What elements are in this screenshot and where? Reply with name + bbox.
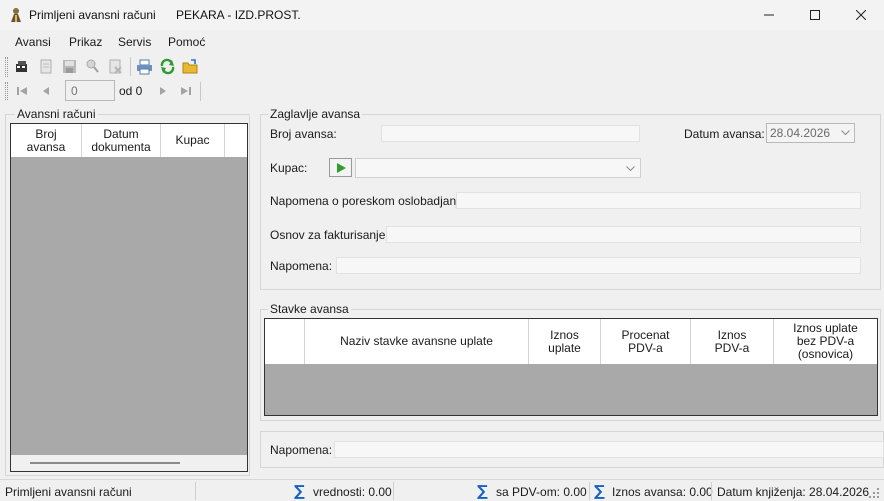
column-header-datum[interactable]: Datum dokumenta bbox=[82, 124, 161, 157]
edit-icon[interactable] bbox=[38, 58, 55, 75]
napomena-porez-field[interactable] bbox=[456, 192, 861, 209]
menu-servis[interactable]: Servis bbox=[118, 35, 151, 49]
close-icon bbox=[856, 10, 866, 20]
first-record-icon[interactable] bbox=[14, 83, 30, 99]
napomena-porez-label: Napomena o poreskom oslobadjanju: bbox=[270, 194, 469, 208]
sum-icon: ∑ bbox=[294, 482, 305, 500]
column-header-iznos-uplate[interactable]: Iznos uplate bbox=[529, 319, 601, 364]
status-separator bbox=[589, 482, 590, 500]
navigator-separator bbox=[200, 82, 201, 101]
items-group-title: Stavke avansa bbox=[268, 302, 351, 316]
status-sa-pdv: sa PDV-om: 0.00 bbox=[496, 485, 587, 499]
menu-bar: Avansi Prikaz Servis Pomoć bbox=[0, 31, 884, 53]
sum-icon: ∑ bbox=[477, 482, 488, 500]
open-folder-icon[interactable] bbox=[182, 58, 199, 75]
column-header-broj[interactable]: Broj avansa bbox=[11, 124, 82, 157]
napomena-label: Napomena: bbox=[270, 259, 333, 273]
resize-grip-icon[interactable] bbox=[868, 487, 880, 499]
column-header-iznos-pdv[interactable]: Iznos PDV-a bbox=[691, 319, 774, 364]
items-grid-header: Naziv stavke avansne uplate Iznos uplate… bbox=[265, 319, 877, 364]
footer-napomena-field[interactable] bbox=[334, 441, 884, 458]
window-title: Primljeni avansni računi bbox=[29, 8, 156, 22]
menu-prikaz[interactable]: Prikaz bbox=[69, 35, 102, 49]
advance-invoices-group-title: Avansni računi bbox=[15, 107, 98, 121]
osnov-field[interactable] bbox=[386, 226, 861, 243]
chevron-down-icon bbox=[626, 166, 635, 172]
maximize-button[interactable] bbox=[792, 0, 838, 30]
column-header-procenat-pdv[interactable]: Procenat PDV-a bbox=[601, 319, 691, 364]
maximize-icon bbox=[810, 10, 820, 20]
app-icon bbox=[8, 7, 24, 23]
record-count-label: od 0 bbox=[119, 84, 143, 98]
next-record-icon[interactable] bbox=[155, 83, 171, 99]
previous-record-icon[interactable] bbox=[38, 83, 54, 99]
footer-napomena-label: Napomena: bbox=[270, 443, 333, 457]
napomena-field[interactable] bbox=[336, 257, 861, 274]
toolbar-grip[interactable] bbox=[5, 57, 8, 77]
navigator-grip[interactable] bbox=[5, 82, 8, 100]
chevron-down-icon bbox=[841, 130, 850, 136]
datum-avansa-picker[interactable]: 28.04.2026 bbox=[766, 123, 855, 143]
record-position-input[interactable] bbox=[65, 80, 115, 101]
status-caption: Primljeni avansni računi bbox=[5, 485, 132, 499]
status-separator bbox=[195, 482, 196, 500]
kupac-label: Kupac: bbox=[270, 161, 308, 175]
broj-avansa-label: Broj avansa: bbox=[270, 127, 337, 141]
column-header-selector[interactable] bbox=[265, 319, 305, 364]
kupac-combobox[interactable] bbox=[355, 158, 641, 178]
column-header-kupac[interactable]: Kupac bbox=[161, 124, 225, 157]
print-icon[interactable] bbox=[136, 58, 153, 75]
menu-pomoc[interactable]: Pomoć bbox=[168, 35, 205, 49]
menu-avansi[interactable]: Avansi bbox=[15, 35, 51, 49]
kupac-lookup-button[interactable] bbox=[329, 158, 352, 177]
toolbar bbox=[0, 54, 884, 80]
advance-invoices-grid[interactable] bbox=[10, 123, 248, 472]
last-record-icon[interactable] bbox=[178, 83, 194, 99]
datum-avansa-label: Datum avansa: bbox=[684, 127, 765, 141]
advance-invoices-grid-header: Broj avansa Datum dokumenta Kupac bbox=[11, 124, 247, 157]
broj-avansa-field[interactable] bbox=[381, 125, 640, 142]
status-vrednosti: vrednosti: 0.00 bbox=[313, 485, 392, 499]
minimize-icon bbox=[764, 14, 774, 16]
column-header-osnovica[interactable]: Iznos uplate bez PDV-a (osnovica) bbox=[774, 319, 877, 364]
toolbar-separator bbox=[130, 57, 131, 76]
column-header-naziv[interactable]: Naziv stavke avansne uplate bbox=[305, 319, 529, 364]
minimize-button[interactable] bbox=[746, 0, 792, 30]
status-iznos-avansa: Iznos avansa: 0.00 bbox=[612, 485, 713, 499]
window-company: PEKARA - IZD.PROST. bbox=[176, 8, 301, 22]
status-bar: Primljeni avansni računi ∑ vrednosti: 0.… bbox=[0, 479, 884, 501]
sum-icon: ∑ bbox=[594, 482, 605, 500]
osnov-label: Osnov za fakturisanje: bbox=[270, 228, 389, 242]
new-document-icon[interactable] bbox=[14, 58, 31, 75]
save-icon[interactable] bbox=[61, 58, 78, 75]
status-separator bbox=[711, 482, 712, 500]
play-icon bbox=[337, 163, 346, 173]
close-button[interactable] bbox=[838, 0, 884, 30]
search-icon[interactable] bbox=[84, 58, 101, 75]
status-datum-knjizenja: Datum knjiženja: 28.04.2026 bbox=[717, 485, 870, 499]
scrollbar-thumb[interactable] bbox=[30, 462, 180, 464]
delete-icon[interactable] bbox=[107, 58, 124, 75]
datum-avansa-value: 28.04.2026 bbox=[770, 126, 831, 140]
refresh-icon[interactable] bbox=[159, 58, 176, 75]
status-separator bbox=[393, 482, 394, 500]
header-group-title: Zaglavlje avansa bbox=[268, 107, 363, 121]
